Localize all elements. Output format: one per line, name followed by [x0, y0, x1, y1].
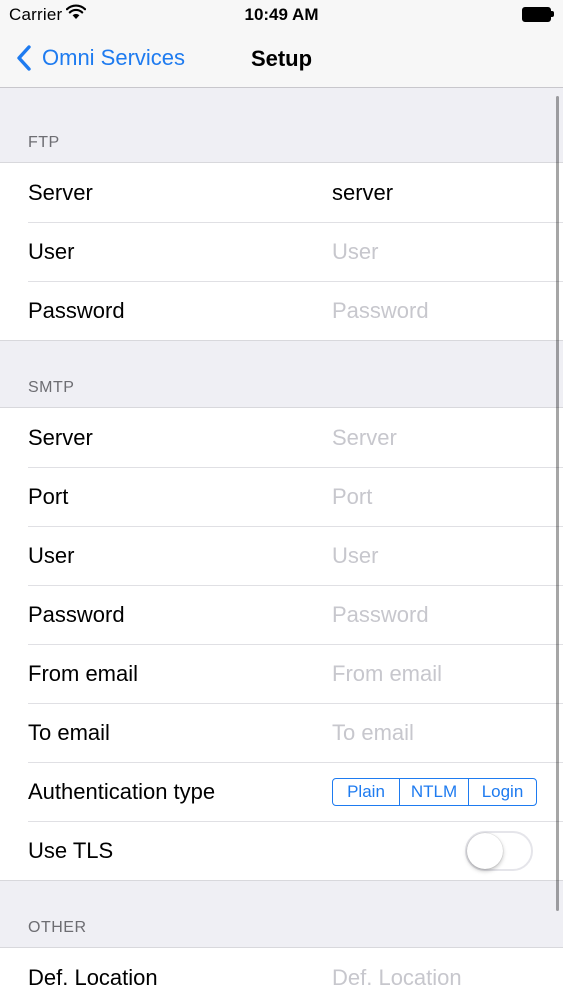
smtp-server-label: Server	[28, 424, 93, 450]
ftp-password-input[interactable]	[332, 297, 542, 324]
ftp-user-label: User	[28, 238, 75, 264]
smtp-server-row[interactable]: Server	[0, 408, 563, 467]
smtp-from-email-row[interactable]: From email	[0, 644, 563, 703]
section-title-ftp: FTP	[28, 134, 60, 151]
section-header-ftp: FTP	[0, 88, 563, 162]
smtp-port-label: Port	[28, 483, 69, 509]
auth-type-segmented-control[interactable]: Plain NTLM Login	[332, 777, 537, 806]
ftp-user-input[interactable]	[332, 238, 542, 265]
page-title: Setup	[250, 46, 313, 71]
battery-icon	[522, 7, 554, 22]
auth-segment-login[interactable]: Login	[468, 778, 536, 805]
use-tls-toggle[interactable]	[465, 830, 533, 871]
status-bar: Carrier 10:49 AM	[0, 0, 563, 30]
smtp-user-row[interactable]: User	[0, 526, 563, 585]
section-title-smtp: SMTP	[28, 379, 75, 396]
smtp-auth-type-row: Authentication type Plain NTLM Login	[0, 762, 563, 821]
smtp-use-tls-row: Use TLS	[0, 821, 563, 880]
def-location-input[interactable]	[332, 964, 542, 991]
smtp-auth-type-label: Authentication type	[28, 778, 216, 804]
auth-segment-plain[interactable]: Plain	[333, 779, 399, 805]
settings-list[interactable]: FTP Server User Password SMTP Server Por…	[0, 88, 563, 1000]
ftp-group: Server User Password	[0, 162, 563, 341]
def-location-row[interactable]: Def. Location	[0, 948, 563, 1000]
smtp-port-input[interactable]	[332, 483, 542, 510]
smtp-server-input[interactable]	[332, 424, 542, 451]
smtp-to-email-label: To email	[28, 719, 110, 745]
smtp-password-label: Password	[28, 601, 125, 627]
smtp-to-email-row[interactable]: To email	[0, 703, 563, 762]
smtp-user-label: User	[28, 542, 75, 568]
smtp-use-tls-label: Use TLS	[28, 837, 114, 863]
toggle-knob	[467, 832, 503, 869]
vertical-scrollbar[interactable]	[556, 96, 559, 911]
smtp-from-email-label: From email	[28, 660, 139, 686]
ftp-server-label: Server	[28, 179, 93, 205]
smtp-password-input[interactable]	[332, 601, 542, 628]
ftp-server-input[interactable]	[332, 179, 542, 206]
def-location-label: Def. Location	[28, 964, 158, 990]
smtp-user-input[interactable]	[332, 542, 542, 569]
smtp-from-email-input[interactable]	[332, 660, 542, 687]
ftp-password-label: Password	[28, 297, 125, 323]
ftp-password-row[interactable]: Password	[0, 281, 563, 340]
section-header-smtp: SMTP	[0, 341, 563, 407]
section-header-other: OTHER	[0, 881, 563, 947]
other-group: Def. Location	[0, 947, 563, 1000]
smtp-password-row[interactable]: Password	[0, 585, 563, 644]
navigation-bar: Omni Services Setup	[0, 30, 563, 88]
section-title-other: OTHER	[28, 919, 87, 936]
ftp-server-row[interactable]: Server	[0, 163, 563, 222]
smtp-group: Server Port User Password From email To …	[0, 407, 563, 881]
smtp-to-email-input[interactable]	[332, 719, 542, 746]
ftp-user-row[interactable]: User	[0, 222, 563, 281]
clock: 10:49 AM	[244, 5, 319, 24]
smtp-port-row[interactable]: Port	[0, 467, 563, 526]
auth-segment-ntlm[interactable]: NTLM	[399, 778, 468, 805]
